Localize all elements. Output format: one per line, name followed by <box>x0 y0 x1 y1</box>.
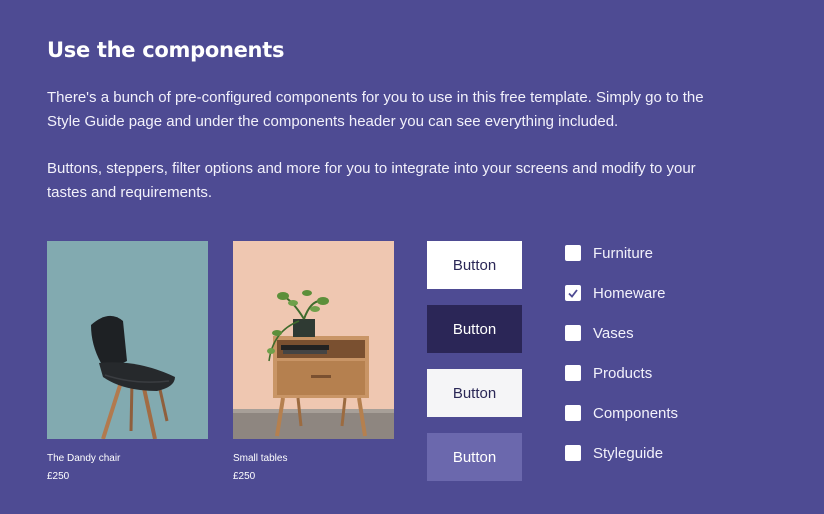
button-white[interactable]: Button <box>427 241 522 289</box>
filter-list: Furniture Homeware Vases Products Compon… <box>565 243 678 483</box>
product-card-table[interactable]: Small tables £250 <box>233 241 394 482</box>
filter-label: Furniture <box>593 244 654 262</box>
product-card-chair[interactable]: The Dandy chair £250 <box>47 241 208 482</box>
product-price: £250 <box>233 471 256 482</box>
filter-homeware[interactable]: Homeware <box>565 283 678 303</box>
filter-products[interactable]: Products <box>565 363 678 383</box>
filter-furniture[interactable]: Furniture <box>565 243 678 263</box>
intro-paragraph: There's a bunch of pre-configured compon… <box>47 89 704 130</box>
filter-label: Styleguide <box>593 444 664 462</box>
chair-image[interactable] <box>47 241 208 439</box>
section-title: Use the components <box>47 38 285 62</box>
checkbox[interactable] <box>565 405 581 421</box>
product-price: £250 <box>47 471 70 482</box>
product-name: Small tables <box>233 453 288 464</box>
button-muted[interactable]: Button <box>427 433 522 481</box>
checkbox[interactable] <box>565 245 581 261</box>
checkbox[interactable] <box>565 285 581 301</box>
table-image[interactable] <box>233 241 394 439</box>
product-name: The Dandy chair <box>47 453 121 464</box>
filter-label: Components <box>593 404 679 422</box>
filter-styleguide[interactable]: Styleguide <box>565 443 678 463</box>
filter-label: Vases <box>593 324 634 342</box>
check-icon <box>568 289 578 298</box>
filter-label: Products <box>593 364 653 382</box>
details-paragraph: Buttons, steppers, filter options and mo… <box>47 160 696 201</box>
filter-components[interactable]: Components <box>565 403 678 423</box>
button-dark[interactable]: Button <box>427 305 522 353</box>
filter-vases[interactable]: Vases <box>565 323 678 343</box>
checkbox[interactable] <box>565 325 581 341</box>
button-light[interactable]: Button <box>427 369 522 417</box>
checkbox[interactable] <box>565 365 581 381</box>
filter-label: Homeware <box>593 284 666 302</box>
checkbox[interactable] <box>565 445 581 461</box>
